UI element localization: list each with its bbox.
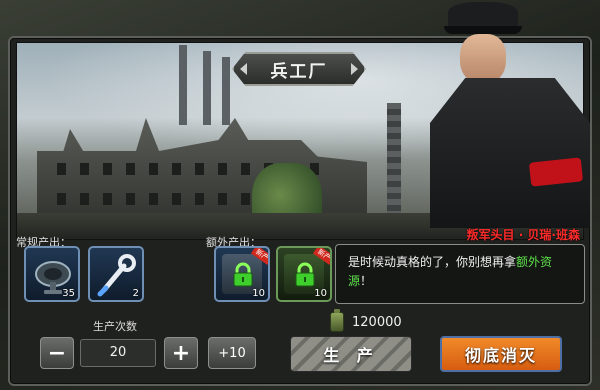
produce-button[interactable]: 生 产 [290,336,412,372]
decrease-button[interactable]: − [40,337,74,369]
lock-icon [233,262,253,287]
arrow-left-icon [240,63,247,75]
regular-output-item[interactable]: 2 [88,246,144,302]
lock-icon [295,262,315,287]
regular-output-item[interactable]: 35 [24,246,80,302]
chimney [203,51,211,125]
speech-bubble: 是时候动真格的了，你别想再拿额外资源！ [335,244,585,304]
production-count-label: 生产次数 [93,320,137,333]
page-title: 兵工厂 [270,61,328,82]
chimney [222,57,230,125]
cost-amount: 120000 [352,314,402,330]
boss-name: 叛军头目 · 贝瑞·班森 [466,228,580,242]
extra-output-item[interactable]: 新产 10 [276,246,332,302]
extra-output-item[interactable]: 新产 10 [214,246,270,302]
increase-button[interactable]: + [164,337,198,369]
plus-ten-button[interactable]: +10 [208,337,256,369]
title-plate: 兵工厂 [232,52,366,86]
fuel-canister-icon [330,309,344,332]
destroy-button[interactable]: 彻底消灭 [440,336,562,372]
cost-display: 120000 [330,309,402,332]
chimney [179,45,187,125]
rebel-leader-portrait [430,0,590,228]
quantity-field[interactable]: 20 [80,339,156,367]
arrow-right-icon [351,63,358,75]
